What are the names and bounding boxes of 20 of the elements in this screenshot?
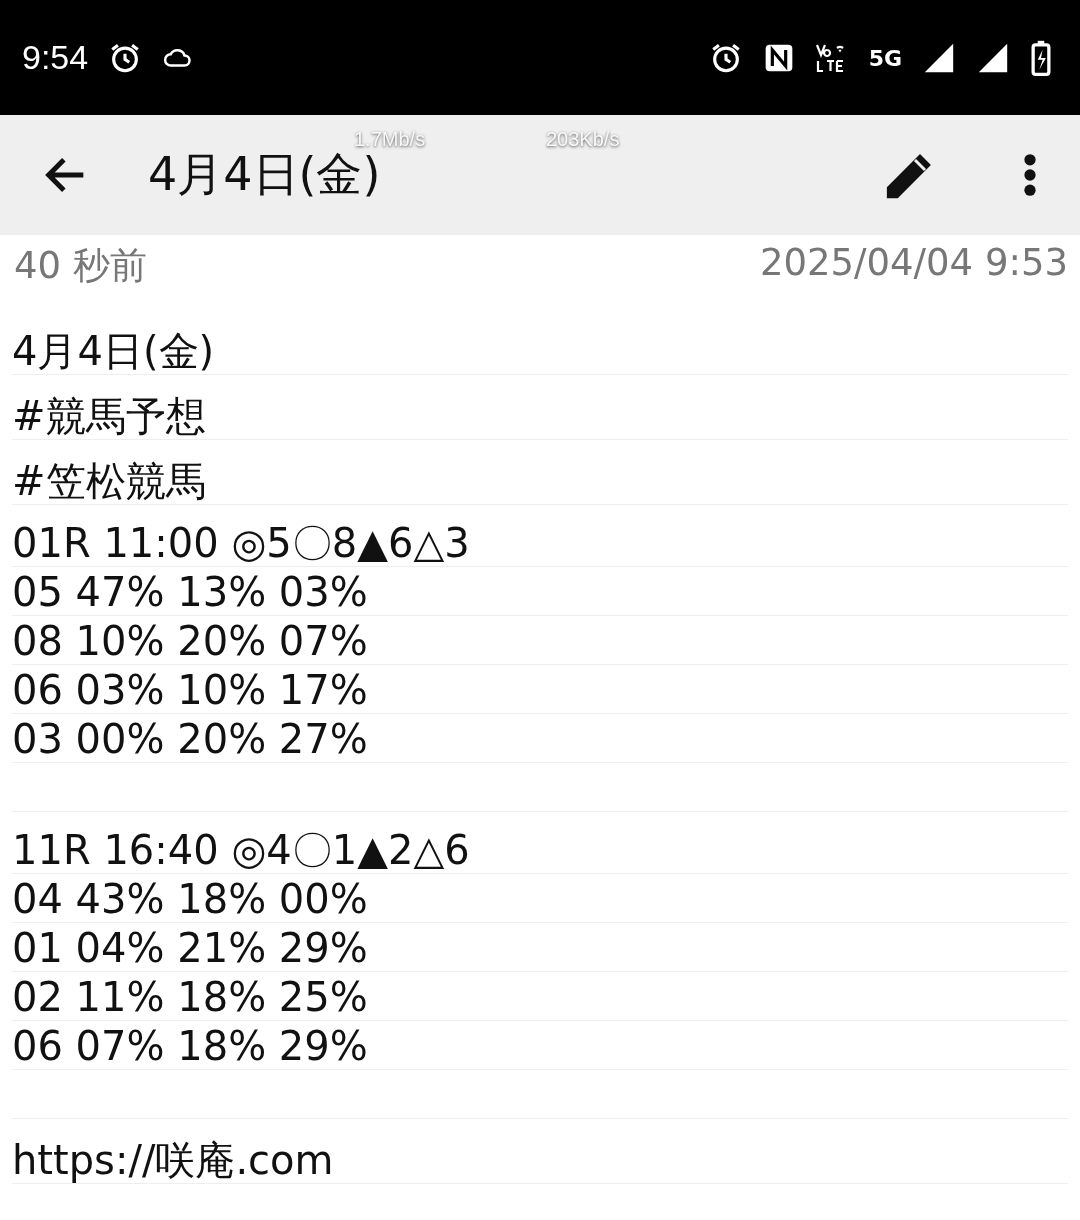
- note-line: 02 11% 18% 25%: [12, 974, 368, 1020]
- note-line: 11R 16:40 ◎4〇1▲2△6: [12, 827, 470, 873]
- timestamp: 2025/04/04 9:53: [759, 241, 1068, 286]
- note-line: 06 03% 10% 17%: [12, 667, 368, 713]
- download-speed: 203Kb/s: [546, 128, 620, 151]
- network-type: 5G: [868, 46, 902, 71]
- note-line: 08 10% 20% 07%: [12, 618, 368, 664]
- clock-time: 9:54: [22, 38, 89, 77]
- note-line: 01 04% 21% 29%: [12, 925, 368, 971]
- note-line: 01R 11:00 ◎5〇8▲6△3: [12, 520, 470, 566]
- battery-charging-icon: [1030, 39, 1052, 76]
- note-line: #笠松競馬: [12, 458, 206, 504]
- note-line: #競馬予想: [12, 393, 206, 439]
- note-line: https://咲庵.com: [12, 1137, 334, 1183]
- note-line: 06 07% 18% 29%: [12, 1023, 368, 1069]
- note-line: 4月4日(金): [12, 328, 215, 374]
- note-line: 04 43% 18% 00%: [12, 876, 368, 922]
- note-line: 05 47% 13% 03%: [12, 569, 368, 615]
- note-line: 03 00% 20% 27%: [12, 716, 368, 762]
- relative-time: 40 秒前: [14, 243, 147, 289]
